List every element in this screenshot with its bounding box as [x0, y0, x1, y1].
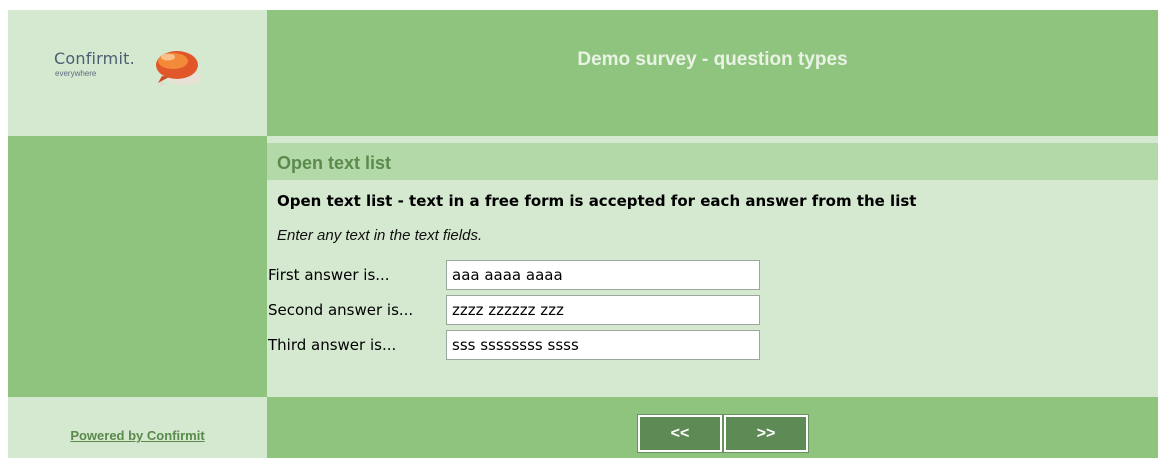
powered-by-link[interactable]: Powered by Confirmit [8, 428, 267, 443]
navigation-bar: << >> [267, 397, 1158, 458]
answer-row-3: Third answer is... [267, 330, 767, 360]
logo-tagline: everywhere [55, 69, 97, 78]
question-header: Open text list [267, 136, 1158, 180]
answer-input-2[interactable] [446, 295, 760, 325]
answer-label-2: Second answer is... [268, 301, 414, 319]
survey-page: Confirmit. everywhere Demo survey - ques… [8, 10, 1158, 458]
survey-title: Demo survey - question types [577, 49, 848, 70]
question-heading: Open text list [277, 153, 392, 173]
survey-header: Demo survey - question types [267, 10, 1158, 136]
logo-cell: Confirmit. everywhere [8, 10, 267, 136]
left-sidebar-panel [8, 136, 267, 397]
previous-button[interactable]: << [637, 414, 723, 453]
answer-label-1: First answer is... [268, 266, 390, 284]
answer-row-2: Second answer is... [267, 295, 767, 325]
speech-bubble-icon [156, 51, 201, 86]
next-button[interactable]: >> [723, 414, 809, 453]
answer-row-1: First answer is... [267, 260, 767, 290]
confirmit-logo: Confirmit. everywhere [54, 44, 214, 94]
footer-left: Powered by Confirmit [8, 397, 267, 458]
answer-label-3: Third answer is... [268, 336, 397, 354]
answer-input-1[interactable] [446, 260, 760, 290]
question-body: Open text list - text in a free form is … [267, 180, 1158, 397]
logo-wordmark: Confirmit. [54, 49, 135, 68]
question-instruction: Enter any text in the text fields. [277, 227, 483, 244]
answer-input-3[interactable] [446, 330, 760, 360]
question-text: Open text list - text in a free form is … [277, 192, 917, 210]
